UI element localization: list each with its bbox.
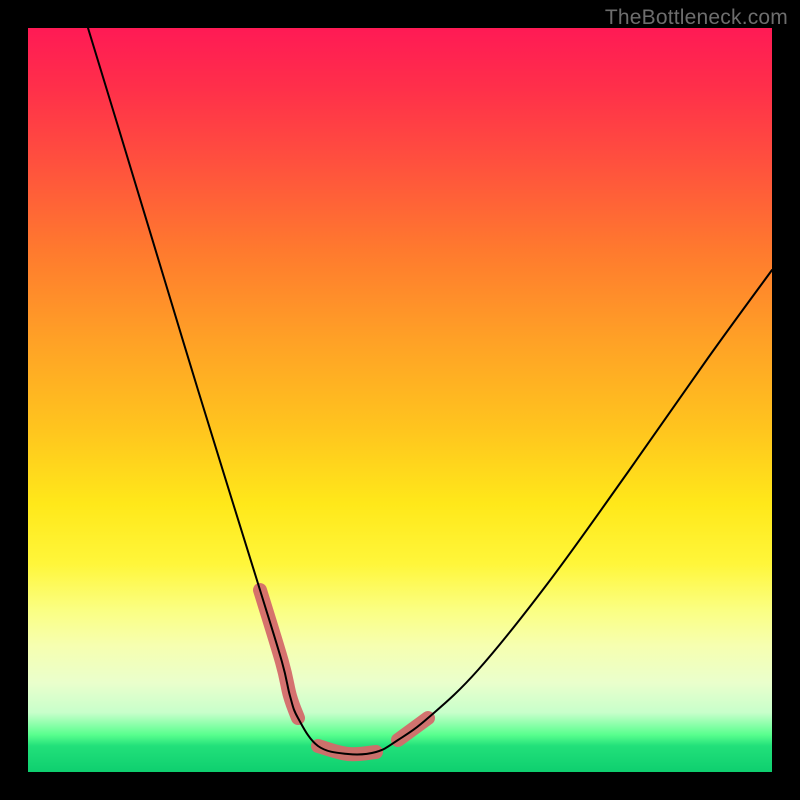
plot-area (28, 28, 772, 772)
gradient-background (28, 28, 772, 772)
watermark-text: TheBottleneck.com (605, 6, 788, 30)
chart-frame: TheBottleneck.com (0, 0, 800, 800)
